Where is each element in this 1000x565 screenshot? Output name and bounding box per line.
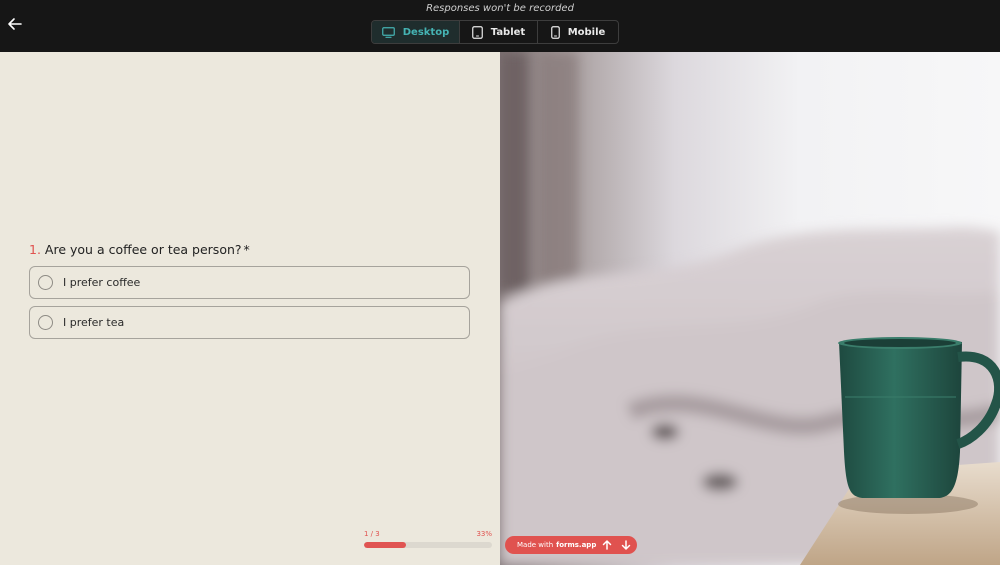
tablet-icon [471,25,483,39]
tab-mobile[interactable]: Mobile [538,21,618,43]
cover-image [500,52,1000,565]
top-bar: Responses won't be recorded Desktop Tabl… [0,0,1000,52]
question-text: Are you a coffee or tea person? [44,242,242,257]
tab-desktop-label: Desktop [402,26,450,38]
back-arrow-icon[interactable] [6,15,24,33]
brand-name: forms.app [556,541,597,549]
mobile-icon [550,25,560,39]
progress-indicator: 1 / 3 33% [364,530,492,548]
tab-tablet-label: Tablet [490,26,526,38]
progress-percent: 33% [476,530,492,538]
option-coffee[interactable]: I prefer coffee [29,266,470,299]
option-label: I prefer coffee [63,276,141,289]
progress-step: 1 / 3 [364,530,380,538]
tab-mobile-label: Mobile [567,26,606,38]
device-switcher: Desktop Tablet Mobile [371,20,619,44]
responses-notice: Responses won't be recorded [426,3,574,14]
question-title: 1. Are you a coffee or tea person? * [29,242,250,257]
arrow-down-icon[interactable] [620,539,632,551]
arrow-up-icon[interactable] [601,539,613,551]
progress-track [364,542,492,548]
question-number: 1. [29,242,41,257]
option-label: I prefer tea [63,316,125,329]
option-tea[interactable]: I prefer tea [29,306,470,339]
brand-prefix: Made with [517,541,554,549]
made-with-badge[interactable]: Made with forms.app [505,536,637,554]
tab-tablet[interactable]: Tablet [460,21,538,43]
tab-desktop[interactable]: Desktop [372,21,460,43]
radio-button[interactable] [38,315,53,330]
progress-fill [364,542,407,548]
required-mark: * [243,242,250,257]
desktop-icon [381,26,395,38]
radio-button[interactable] [38,275,53,290]
form-panel: 1. Are you a coffee or tea person? * I pr… [0,52,500,565]
